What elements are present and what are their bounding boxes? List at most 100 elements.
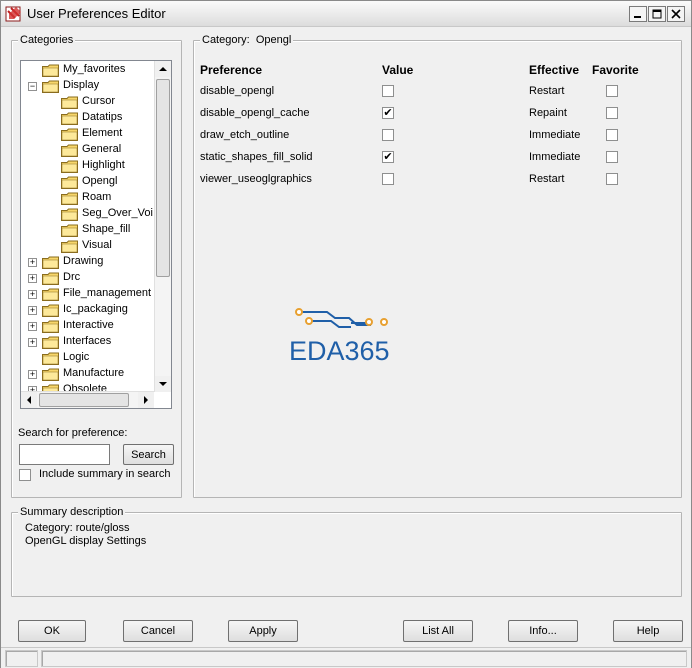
status-pane-main — [41, 650, 687, 667]
category-tree[interactable]: My_favorites − Display Cursor Datatips Elemen… — [20, 60, 172, 409]
folder-icon — [61, 176, 78, 189]
folder-icon — [61, 128, 78, 141]
expand-icon[interactable]: + — [28, 370, 37, 379]
search-label: Search for preference: — [18, 427, 128, 439]
tree-vertical-scrollbar[interactable] — [154, 61, 171, 392]
favorite-checkbox[interactable] — [606, 107, 618, 119]
ok-button[interactable]: OK — [18, 620, 86, 642]
tree-item[interactable]: My_favorites — [21, 62, 153, 78]
category-prefix: Category: — [202, 34, 250, 46]
include-summary-checkbox[interactable] — [19, 469, 31, 481]
tree-item-label: Cursor — [82, 95, 116, 107]
tree-item-label: Interfaces — [63, 335, 112, 347]
tree-item-label: Element — [82, 127, 123, 139]
list-all-button[interactable]: List All — [403, 620, 473, 642]
tree-item[interactable]: − Display — [21, 78, 153, 94]
watermark-text: EDA365 — [289, 336, 390, 365]
tree-item[interactable]: + Ic_packaging — [21, 302, 153, 318]
tree-item[interactable]: + File_management — [21, 286, 153, 302]
folder-icon — [61, 96, 78, 109]
header-effective: Effective — [529, 63, 580, 77]
value-checkbox[interactable] — [382, 85, 394, 97]
user-preferences-window: User Preferences Editor Categories My_fa… — [0, 0, 692, 668]
header-value: Value — [382, 63, 414, 77]
effective-value: Immediate — [529, 151, 581, 163]
tree-item[interactable]: + Drawing — [21, 254, 153, 270]
tree-item[interactable]: Element — [21, 126, 153, 142]
folder-icon — [61, 192, 78, 205]
tree-item-label: Opengl — [82, 175, 118, 187]
favorite-checkbox[interactable] — [606, 151, 618, 163]
tree-item[interactable]: Cursor — [21, 94, 153, 110]
tree-item-label: Drc — [63, 271, 81, 283]
tree-item-label: File_management — [63, 287, 152, 299]
scroll-down-button[interactable] — [155, 376, 171, 392]
folder-icon — [42, 304, 59, 317]
preference-name: disable_opengl_cache — [200, 107, 310, 119]
tree-item-label: Display — [63, 79, 100, 91]
window-title: User Preferences Editor — [27, 6, 166, 21]
favorite-checkbox[interactable] — [606, 173, 618, 185]
effective-value: Restart — [529, 85, 565, 97]
categories-legend: Categories — [18, 34, 76, 46]
scroll-left-button[interactable] — [21, 392, 37, 408]
eda365-logo: EDA365 — [289, 308, 390, 365]
close-icon — [671, 9, 681, 19]
value-checkbox[interactable]: ✔ — [382, 151, 394, 163]
tree-item[interactable]: Shape_fill — [21, 222, 153, 238]
tree-hscroll-thumb[interactable] — [39, 393, 129, 407]
scroll-up-button[interactable] — [155, 61, 171, 77]
expand-icon[interactable]: + — [28, 306, 37, 315]
tree-item[interactable]: + Interfaces — [21, 334, 153, 350]
folder-icon — [42, 272, 59, 285]
tree-item-label: My_favorites — [63, 63, 126, 75]
apply-button[interactable]: Apply — [228, 620, 298, 642]
value-checkbox[interactable]: ✔ — [382, 107, 394, 119]
help-button[interactable]: Help — [613, 620, 683, 642]
tree-item[interactable]: Seg_Over_Voi — [21, 206, 153, 222]
tree-item[interactable]: + Manufacture — [21, 366, 153, 382]
tree-item[interactable]: Roam — [21, 190, 153, 206]
folder-icon — [42, 256, 59, 269]
value-checkbox[interactable] — [382, 129, 394, 141]
expand-icon[interactable]: + — [28, 290, 37, 299]
tree-item[interactable]: Visual — [21, 238, 153, 254]
minimize-button[interactable] — [629, 6, 647, 22]
title-bar[interactable]: User Preferences Editor — [1, 1, 691, 27]
cancel-button[interactable]: Cancel — [123, 620, 193, 642]
summary-line-1: Category: route/gloss — [25, 522, 130, 534]
category-name: Opengl — [255, 34, 292, 46]
minimize-icon — [634, 16, 641, 18]
value-checkbox[interactable] — [382, 173, 394, 185]
expand-icon[interactable]: + — [28, 322, 37, 331]
favorite-checkbox[interactable] — [606, 129, 618, 141]
maximize-button[interactable] — [648, 6, 666, 22]
folder-icon — [61, 144, 78, 157]
header-favorite: Favorite — [592, 63, 639, 77]
folder-icon — [61, 112, 78, 125]
tree-item[interactable]: + Interactive — [21, 318, 153, 334]
tree-horizontal-scrollbar[interactable] — [21, 391, 154, 408]
info-button[interactable]: Info... — [508, 620, 578, 642]
folder-icon — [42, 352, 59, 365]
tree-item[interactable]: Opengl — [21, 174, 153, 190]
preference-name: viewer_useoglgraphics — [200, 173, 312, 185]
expand-icon[interactable]: + — [28, 258, 37, 267]
expand-icon[interactable]: + — [28, 274, 37, 283]
tree-item[interactable]: General — [21, 142, 153, 158]
tree-item[interactable]: Highlight — [21, 158, 153, 174]
tree-item[interactable]: Datatips — [21, 110, 153, 126]
collapse-icon[interactable]: − — [28, 82, 37, 91]
summary-legend: Summary description — [18, 506, 126, 518]
preference-name: disable_opengl — [200, 85, 275, 97]
scroll-right-button[interactable] — [138, 392, 154, 408]
tree-item[interactable]: + Drc — [21, 270, 153, 286]
close-button[interactable] — [667, 6, 685, 22]
search-input[interactable] — [19, 444, 110, 465]
expand-icon[interactable]: + — [28, 338, 37, 347]
arrow-left-icon — [27, 396, 31, 404]
tree-scroll-thumb[interactable] — [156, 79, 170, 277]
favorite-checkbox[interactable] — [606, 85, 618, 97]
tree-item[interactable]: Logic — [21, 350, 153, 366]
search-button[interactable]: Search — [123, 444, 174, 465]
